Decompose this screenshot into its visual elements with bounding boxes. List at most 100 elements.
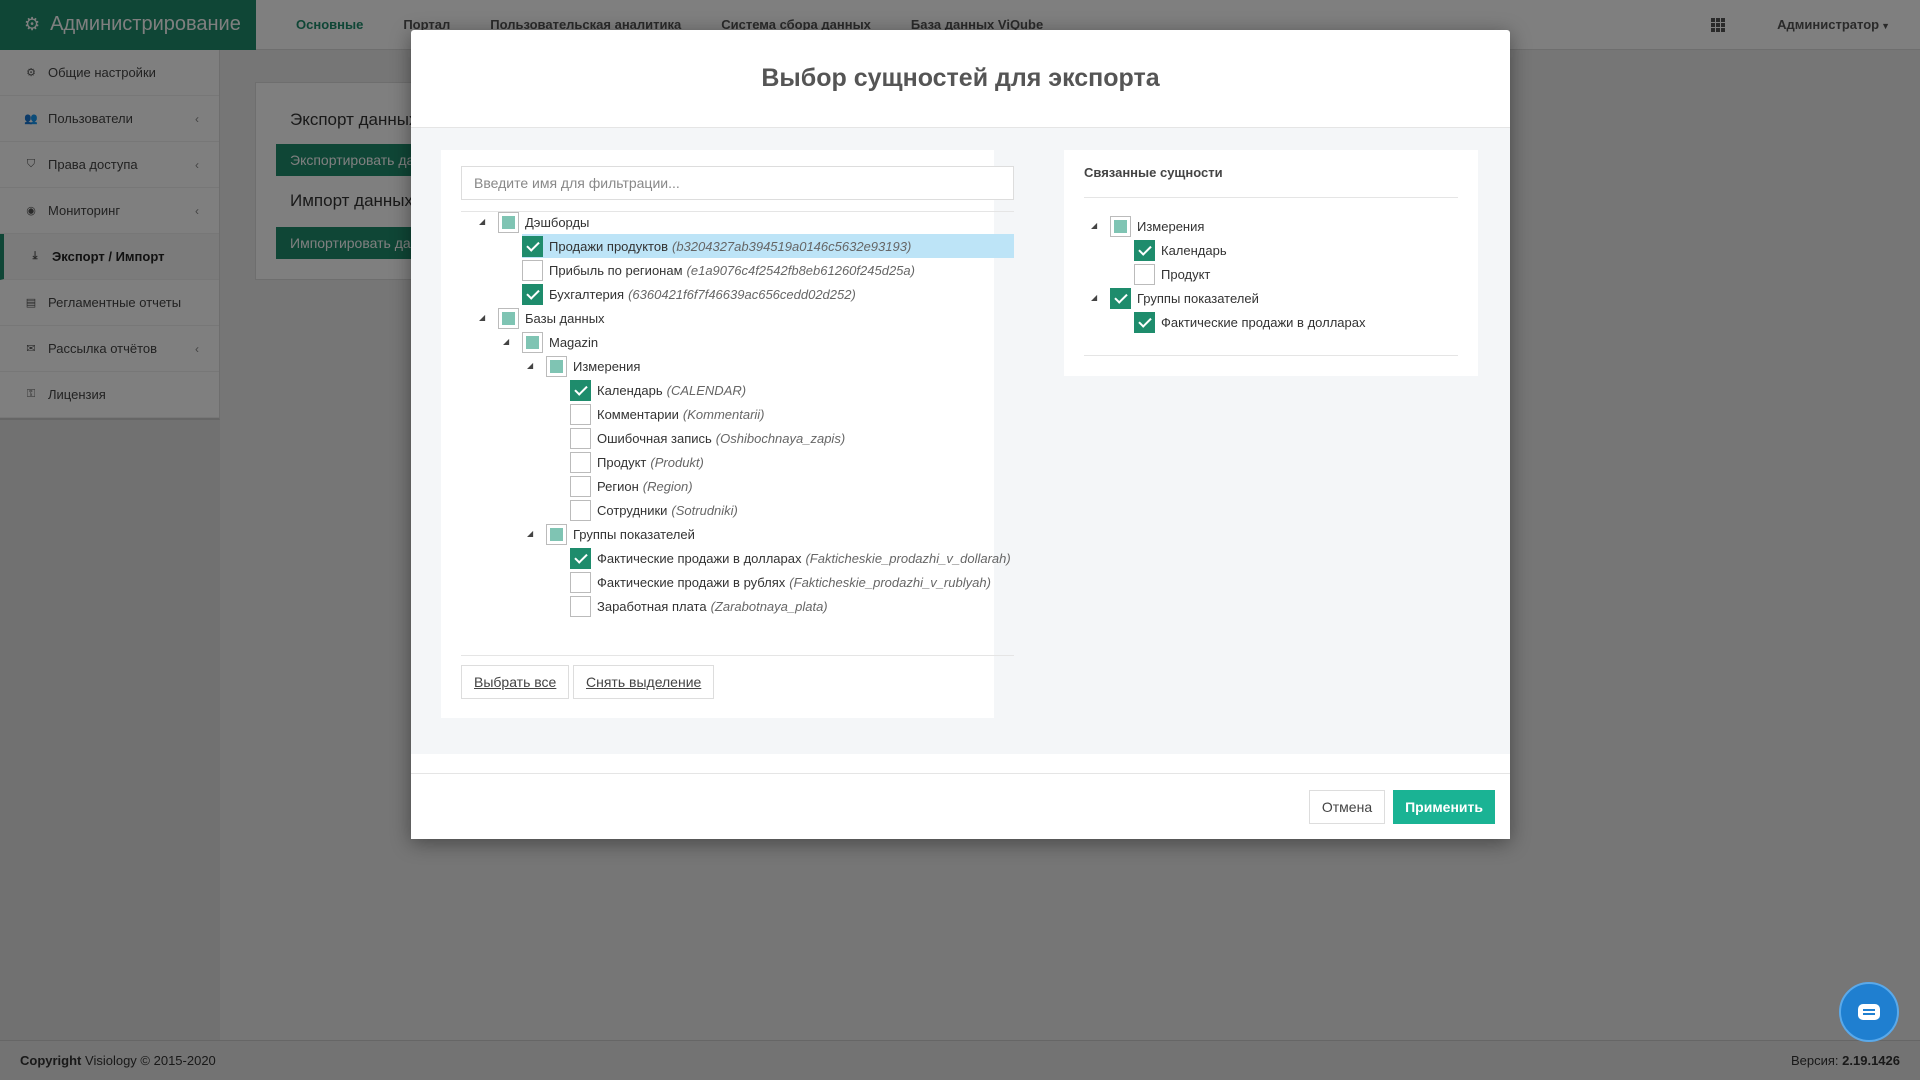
tree-node[interactable]: Продукт [1134,262,1210,286]
tree-checkbox[interactable] [1134,263,1155,285]
tree-node[interactable]: ◢ Измерения [1091,214,1204,238]
select-all-button[interactable]: Выбрать все [461,665,570,699]
tree-node[interactable]: ◢ Magazin [503,330,599,354]
tree-checkbox[interactable] [522,283,543,305]
tree-node-label: Календарь [597,382,663,398]
tree-node-label: Продажи продуктов [549,238,668,254]
tree-checkbox[interactable] [1110,287,1131,309]
tree-node-label: Продукт [1161,266,1211,282]
tree-node[interactable]: Заработная плата (Zarabotnaya_plata) [570,594,828,618]
tree-node-label: Группы показателей [1137,290,1259,306]
tree-node-code: (Fakticheskie_prodazhi_v_rublyah) [789,574,991,590]
tree-checkbox[interactable] [522,259,543,281]
divider [1084,197,1458,198]
tree-checkbox[interactable] [498,211,519,233]
tree-node-code: (Oshibochnaya_zapis) [715,430,846,446]
tree-node-label: Календарь [1161,242,1227,258]
tree-node-label: Бухгалтерия [549,286,625,302]
tree-node[interactable]: ◢ Группы показателей [1091,286,1259,310]
tree-node-label: Magazin [549,334,599,350]
chat-icon [1858,1004,1880,1020]
tree-checkbox[interactable] [1134,239,1155,261]
tree-node[interactable]: Календарь (CALENDAR) [570,378,746,402]
tree-checkbox[interactable] [1110,215,1131,237]
tree-node-code: (e1a9076c4f2542fb8eb61260f245d25a) [686,262,915,278]
tree-node-code: (b3204327ab394519a0146c5632e93193) [671,238,912,254]
tree-node[interactable]: Календарь [1134,238,1227,262]
tree-checkbox[interactable] [570,475,591,497]
expand-toggle-icon[interactable]: ◢ [1091,222,1099,230]
tree-node-label: Дэшборды [525,214,590,230]
tree-node[interactable]: Фактические продажи в долларах [1134,310,1365,334]
tree-checkbox[interactable] [570,595,591,617]
modal-title: Выбор сущностей для экспорта [761,64,1160,92]
tree-checkbox[interactable] [570,403,591,425]
related-entities-panel: Связанные сущности ◢ Измерения Календарь Пр… [1064,150,1478,376]
tree-node-code: (Region) [642,478,693,494]
clear-selection-button[interactable]: Снять выделение [573,665,715,699]
tree-checkbox[interactable] [570,379,591,401]
tree-node[interactable]: ◢ Базы данных [479,306,605,330]
cancel-button[interactable]: Отмена [1308,789,1386,824]
tree-node[interactable]: Регион (Region) [570,474,693,498]
tree-node-label: Продукт [597,454,647,470]
expand-toggle-icon[interactable]: ◢ [1091,294,1099,302]
export-entities-modal: Выбор сущностей для экспорта ◢ Дэшборды Пр… [411,30,1510,839]
tree-node[interactable]: Ошибочная запись (Oshibochnaya_zapis) [570,426,845,450]
tree-checkbox[interactable] [570,451,591,473]
divider [461,655,1014,656]
tree-node[interactable]: Комментарии (Kommentarii) [570,402,765,426]
tree-node-label: Прибыль по регионам [549,262,683,278]
tree-node[interactable]: ◢ Дэшборды [479,210,590,234]
tree-node-label: Измерения [573,358,641,374]
tree-node-code: (Fakticheskie_prodazhi_v_dollarah) [805,550,1011,566]
tree-node-code: (Kommentarii) [682,406,765,422]
tree-checkbox[interactable] [498,307,519,329]
chat-widget-button[interactable] [1839,982,1899,1042]
tree-checkbox[interactable] [570,499,591,521]
tree-node-code: (Zarabotnaya_plata) [710,598,828,614]
apply-button[interactable]: Применить [1393,789,1495,824]
tree-checkbox[interactable] [546,523,567,545]
tree-node-code: (Sotrudniki) [671,502,738,518]
related-entities-title: Связанные сущности [1084,165,1223,180]
tree-node[interactable]: Прибыль по регионам (e1a9076c4f2542fb8eb6… [522,258,915,282]
entities-panel: ◢ Дэшборды Продажи продуктов(b3204327ab394… [441,150,1014,718]
tree-node[interactable]: ◢ Измерения [527,354,641,378]
filter-input[interactable] [461,166,1014,200]
tree-node[interactable]: Продукт (Produkt) [570,450,704,474]
tree-checkbox[interactable] [522,331,543,353]
tree-node[interactable]: Бухгалтерия (6360421f6f7f46639ac656cedd02… [522,282,856,306]
tree-node-code: (6360421f6f7f46639ac656cedd02d252) [628,286,856,302]
tree-node-code: (Produkt) [650,454,704,470]
tree-node-label: Сотрудники [597,502,668,518]
tree-node-label: Базы данных [525,310,605,326]
tree-checkbox[interactable] [570,427,591,449]
tree-checkbox[interactable] [546,355,567,377]
tree-node-code: (CALENDAR) [666,382,747,398]
tree-node[interactable]: Фактические продажи в рублях (Fakticheski… [570,570,991,594]
tree-checkbox[interactable] [570,547,591,569]
modal-body: ◢ Дэшборды Продажи продуктов(b3204327ab394… [411,128,1510,754]
expand-toggle-icon[interactable]: ◢ [503,338,511,346]
modal-footer: Отмена Применить [411,773,1510,839]
tree-node-label: Ошибочная запись [597,430,712,446]
expand-toggle-icon[interactable]: ◢ [527,530,535,538]
tree-node-label: Фактические продажи в рублях [597,574,786,590]
modal-header: Выбор сущностей для экспорта [411,30,1510,128]
tree-node-label: Заработная плата [597,598,707,614]
tree-checkbox[interactable] [570,571,591,593]
divider [1084,355,1458,356]
tree-node[interactable]: Сотрудники (Sotrudniki) [570,498,738,522]
expand-toggle-icon[interactable]: ◢ [479,314,487,322]
expand-toggle-icon[interactable]: ◢ [527,362,535,370]
expand-toggle-icon[interactable]: ◢ [479,218,487,226]
tree-node-label: Фактические продажи в долларах [597,550,802,566]
tree-checkbox[interactable] [522,235,543,257]
tree-node-label: Фактические продажи в долларах [1161,314,1366,330]
tree-node[interactable]: Продажи продуктов (b3204327ab394519a0146c… [522,234,1014,258]
tree-checkbox[interactable] [1134,311,1155,333]
tree-node-label: Комментарии [597,406,679,422]
tree-node[interactable]: ◢ Группы показателей [527,522,695,546]
tree-node[interactable]: Фактические продажи в долларах (Faktiches… [570,546,1011,570]
